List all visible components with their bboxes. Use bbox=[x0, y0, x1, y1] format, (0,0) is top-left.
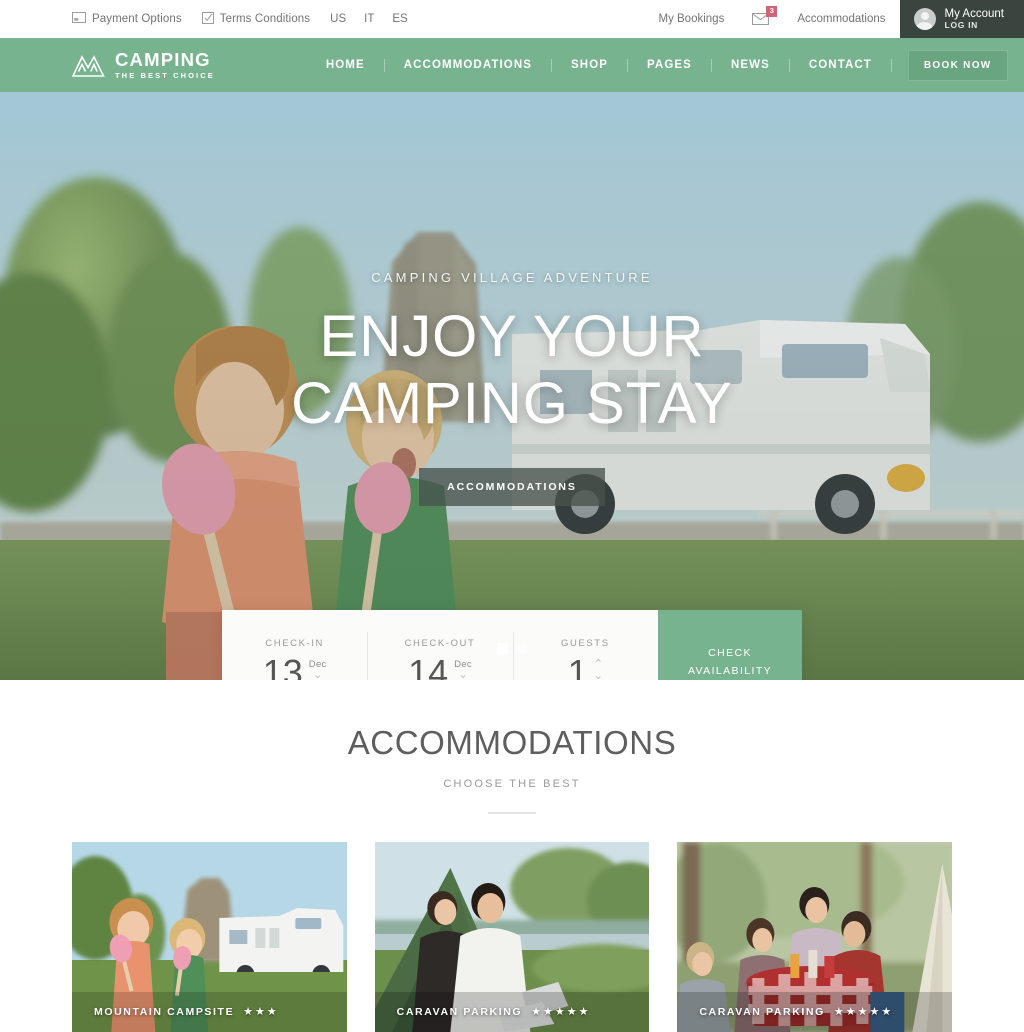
card-rating-stars: ★ ★ ★ ★ ★ bbox=[531, 1005, 588, 1018]
nav-item-contact[interactable]: CONTACT bbox=[790, 59, 891, 71]
section-title: ACCOMMODATIONS bbox=[347, 724, 677, 761]
book-now-button[interactable]: BOOK NOW bbox=[907, 49, 1008, 81]
account-labels: My Account LOG IN bbox=[945, 8, 1004, 31]
slider-dot-1[interactable] bbox=[497, 643, 508, 654]
top-bar: Payment Options Terms Conditions US IT E… bbox=[0, 0, 1024, 38]
slider-pagination bbox=[0, 643, 1024, 654]
card-caption: CARAVAN PARKING ★ ★ ★ ★ ★ bbox=[396, 1005, 589, 1019]
envelope-icon: 3 bbox=[752, 6, 778, 25]
card-title: CARAVAN PARKING bbox=[396, 1005, 523, 1018]
check-out-value-row: 14 Dec ⌄ bbox=[408, 651, 472, 680]
check-in-month-group: Dec ⌄ bbox=[309, 656, 327, 680]
hero-title-line-1: ENJOY YOUR bbox=[319, 304, 705, 369]
star-icon: ★ bbox=[243, 1006, 254, 1018]
logo-title: CAMPING bbox=[115, 48, 211, 70]
accommodation-card[interactable]: CARAVAN PARKING ★ ★ ★ ★ ★ bbox=[677, 842, 953, 1032]
accommodation-card-list: MOUNTAIN CAMPSITE ★ ★ ★ CARAVAN PARKING … bbox=[0, 814, 1024, 1032]
language-es[interactable]: ES bbox=[392, 13, 407, 25]
card-rating-stars: ★ ★ ★ ★ ★ bbox=[834, 1005, 891, 1018]
language-us[interactable]: US bbox=[330, 13, 346, 25]
top-bar-right-group: My Bookings 3 Accommodations My Account … bbox=[644, 0, 1024, 38]
card-icon bbox=[72, 12, 86, 26]
chevron-down-icon[interactable]: ⌄ bbox=[313, 669, 322, 680]
chevron-down-icon[interactable]: ⌄ bbox=[458, 669, 467, 680]
slider-dot-2[interactable] bbox=[516, 643, 527, 654]
terms-conditions-link[interactable]: Terms Conditions bbox=[201, 11, 311, 27]
my-bookings-link[interactable]: My Bookings bbox=[644, 0, 738, 38]
chevron-down-icon[interactable]: ⌄ bbox=[594, 670, 603, 680]
card-image-caravan-parking-lake bbox=[374, 842, 650, 1032]
star-icon: ★ bbox=[554, 1006, 565, 1018]
card-caption: CARAVAN PARKING ★ ★ ★ ★ ★ bbox=[699, 1005, 891, 1019]
my-bookings-label: My Bookings bbox=[658, 13, 725, 25]
nav-item-pages[interactable]: PAGES bbox=[628, 59, 711, 71]
star-icon: ★ bbox=[869, 1006, 880, 1018]
card-image-mountain-campsite bbox=[72, 842, 347, 1032]
nav-item-shop[interactable]: SHOP bbox=[552, 59, 627, 71]
payment-options-link[interactable]: Payment Options bbox=[72, 12, 182, 26]
logo-text: CAMPING THE BEST CHOICE bbox=[115, 48, 215, 80]
mountain-logo-icon bbox=[71, 52, 105, 78]
card-title: CARAVAN PARKING bbox=[699, 1005, 825, 1018]
guests-value: 1 bbox=[567, 651, 588, 680]
check-in-day: 13 bbox=[262, 651, 303, 680]
card-rating-stars: ★ ★ ★ bbox=[243, 1005, 277, 1018]
top-accommodations-label: Accommodations bbox=[797, 13, 886, 25]
guests-stepper: ⌃ ⌄ bbox=[594, 656, 603, 680]
chevron-up-icon[interactable]: ⌃ bbox=[594, 658, 603, 669]
nav-item-home[interactable]: HOME bbox=[307, 59, 384, 71]
accommodations-section: ACCOMMODATIONS CHOOSE THE BEST MOUNTAIN … bbox=[0, 680, 1024, 1032]
account-login-label: LOG IN bbox=[944, 19, 979, 30]
star-icon: ★ bbox=[543, 1006, 553, 1018]
star-icon: ★ bbox=[531, 1006, 542, 1018]
hero-slider: CAMPING VILLAGE ADVENTURE ENJOY YOUR CAM… bbox=[0, 92, 1024, 680]
star-icon: ★ bbox=[566, 1006, 577, 1018]
star-icon: ★ bbox=[578, 1006, 589, 1018]
nav-links: HOME ACCOMMODATIONS SHOP PAGES NEWS CONT… bbox=[307, 49, 1008, 81]
nav-divider bbox=[890, 58, 892, 72]
hero-kicker: CAMPING VILLAGE ADVENTURE bbox=[371, 270, 653, 285]
check-out-day: 14 bbox=[408, 651, 449, 680]
hero-title: ENJOY YOUR CAMPING STAY bbox=[0, 303, 1024, 438]
top-bar-left-group: Payment Options Terms Conditions US IT E… bbox=[0, 0, 426, 38]
hero-title-line-2: CAMPING STAY bbox=[291, 371, 733, 437]
star-icon: ★ bbox=[845, 1006, 856, 1018]
main-navigation-bar: CAMPING THE BEST CHOICE HOME ACCOMMODATI… bbox=[0, 38, 1024, 92]
checkbox-icon bbox=[201, 11, 214, 27]
message-count-badge: 3 bbox=[766, 6, 778, 17]
star-icon: ★ bbox=[857, 1006, 868, 1018]
card-title: MOUNTAIN CAMPSITE bbox=[94, 1005, 235, 1018]
star-icon: ★ bbox=[266, 1006, 277, 1018]
check-out-month-group: Dec ⌄ bbox=[454, 656, 472, 680]
my-account-button[interactable]: My Account LOG IN bbox=[899, 0, 1024, 38]
top-accommodations-link[interactable]: Accommodations bbox=[783, 0, 899, 38]
accommodation-card[interactable]: MOUNTAIN CAMPSITE ★ ★ ★ bbox=[72, 842, 347, 1032]
check-availability-line-2: AVAILABILITY bbox=[687, 665, 773, 677]
accommodation-card[interactable]: CARAVAN PARKING ★ ★ ★ ★ ★ bbox=[374, 842, 650, 1032]
card-caption: MOUNTAIN CAMPSITE ★ ★ ★ bbox=[94, 1005, 277, 1019]
hero-content: CAMPING VILLAGE ADVENTURE ENJOY YOUR CAM… bbox=[0, 270, 1024, 506]
section-subtitle: CHOOSE THE BEST bbox=[443, 778, 581, 790]
nav-item-news[interactable]: NEWS bbox=[712, 59, 789, 71]
star-icon: ★ bbox=[881, 1006, 892, 1018]
terms-conditions-label: Terms Conditions bbox=[219, 13, 311, 25]
check-in-value-row: 13 Dec ⌄ bbox=[262, 651, 327, 680]
language-it[interactable]: IT bbox=[364, 13, 374, 25]
account-name: My Account bbox=[944, 7, 1004, 20]
nav-item-accommodations[interactable]: ACCOMMODATIONS bbox=[385, 59, 551, 71]
star-icon: ★ bbox=[255, 1006, 265, 1018]
guests-value-row: 1 ⌃ ⌄ bbox=[567, 651, 603, 680]
avatar bbox=[913, 8, 936, 30]
logo-subtitle: THE BEST CHOICE bbox=[115, 71, 215, 80]
star-icon: ★ bbox=[833, 1006, 844, 1018]
card-image-caravan-parking-picnic bbox=[677, 842, 953, 1032]
payment-options-label: Payment Options bbox=[92, 13, 182, 25]
hero-accommodations-button[interactable]: ACCOMMODATIONS bbox=[419, 467, 605, 506]
site-logo[interactable]: CAMPING THE BEST CHOICE bbox=[0, 48, 215, 80]
messages-link[interactable]: 3 bbox=[738, 0, 783, 38]
